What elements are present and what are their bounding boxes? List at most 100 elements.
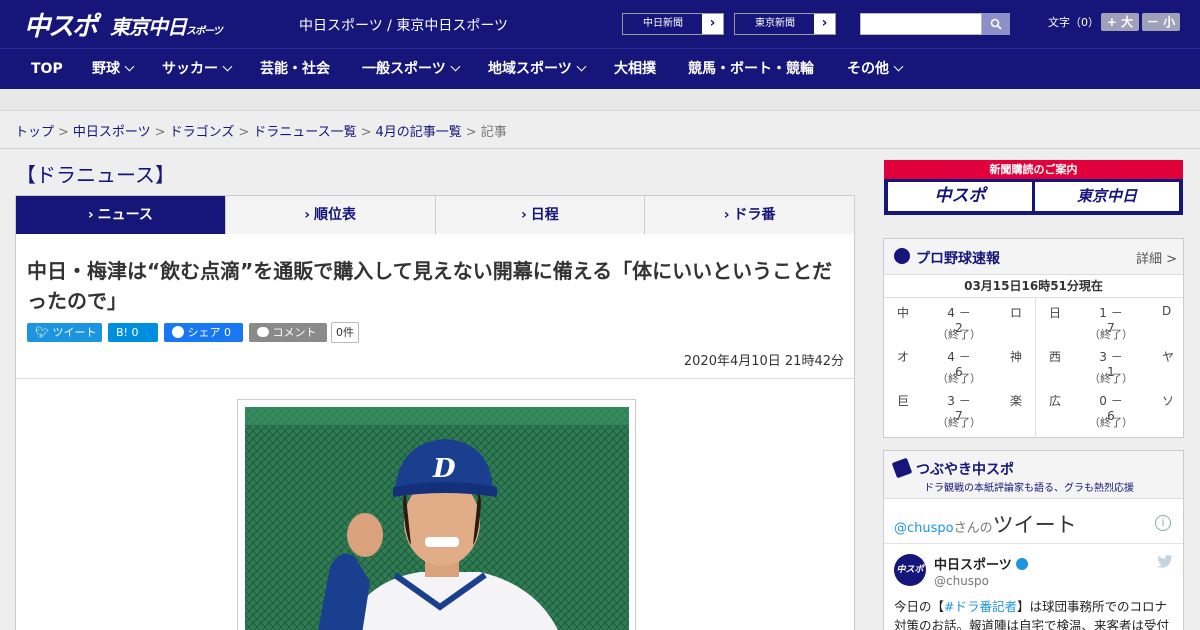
chuspo-logo[interactable]: 中スポ <box>24 6 98 43</box>
game-status: （終了） <box>937 416 981 429</box>
tab-label: 順位表 <box>314 207 357 223</box>
breadcrumb-link-chuspo[interactable]: 中日スポーツ <box>73 125 151 140</box>
hatena-bookmark-button[interactable]: B! 0 <box>108 323 158 342</box>
game-status: （終了） <box>937 372 981 385</box>
tokyo-logo-suffix: スポーツ <box>186 26 223 37</box>
nav-item-local-sports[interactable]: 地域スポーツ <box>488 49 587 89</box>
chevron-down-icon <box>893 61 904 72</box>
nav-item-entertainment[interactable]: 芸能・社会 <box>260 49 330 89</box>
game-row[interactable]: 西 3 － 1 ヤ （終了） <box>1036 342 1186 386</box>
search-icon <box>990 18 1002 30</box>
tweet-account-name[interactable]: 中日スポーツ <box>934 554 1028 573</box>
breadcrumb-sep: > <box>465 125 477 140</box>
tab-news[interactable]: › ニュース <box>16 196 225 242</box>
search-input[interactable] <box>860 13 982 35</box>
chevron-down-icon <box>576 61 587 72</box>
info-icon[interactable]: i <box>1155 515 1171 531</box>
chevron-right-icon: › <box>702 14 723 34</box>
games-column-left: 中 4 － 2 ロ （終了） オ 4 － 6 神 （終了） 巨 3 － 7 楽 … <box>884 298 1034 438</box>
font-smaller-button[interactable]: － 小 <box>1142 13 1180 31</box>
twitter-bird-icon[interactable] <box>1157 555 1173 569</box>
tab-dora-ban[interactable]: › ドラ番 <box>644 196 854 234</box>
scores-detail-link[interactable]: 詳細 > <box>1136 248 1177 267</box>
away-team: ソ <box>1162 394 1175 408</box>
away-team: ロ <box>1010 306 1023 320</box>
tweet-text-before: 今日の【 <box>894 599 945 614</box>
comment-button[interactable]: コメント <box>249 323 327 342</box>
chevron-down-icon <box>222 61 233 72</box>
facebook-icon <box>172 326 184 338</box>
tokyo-shimbun-link[interactable]: 東京新聞 › <box>734 13 836 35</box>
tab-label: ドラ番 <box>733 207 776 223</box>
font-larger-button[interactable]: + 大 <box>1101 13 1139 31</box>
breadcrumb-link-april[interactable]: 4月の記事一覧 <box>376 125 462 140</box>
share-label: シェア 0 <box>187 326 232 339</box>
tokyo-chunichi-logo[interactable]: 東京中日スポーツ <box>110 11 223 40</box>
nav-item-top[interactable]: TOP <box>31 49 63 89</box>
promo-chuspo-button[interactable]: 中スポ <box>888 182 1032 211</box>
tab-standings[interactable]: › 順位表 <box>224 196 435 234</box>
chevron-right-icon: › <box>814 14 835 34</box>
breadcrumb-link-dora-news[interactable]: ドラニュース一覧 <box>253 125 356 140</box>
tweets-handle-link[interactable]: @chuspo <box>894 521 954 536</box>
article-photo-frame: D <box>237 399 636 630</box>
baseball-icon <box>894 248 910 264</box>
breadcrumb-link-top[interactable]: トップ <box>15 125 54 140</box>
nav-label: その他 <box>847 61 889 77</box>
share-label: B! 0 <box>116 326 139 339</box>
published-date: 2020年4月10日 21時42分 <box>683 354 844 369</box>
nav-item-racing[interactable]: 競馬・ボート・競輪 <box>688 49 814 89</box>
tweet-text: 今日の【#ドラ番記者】は球団事務所でのコロナ対策のお話。報道陣は自宅で検温、来客… <box>894 597 1179 630</box>
chevron-right-icon: › <box>723 207 730 223</box>
chevron-down-icon <box>124 61 135 72</box>
article-photo[interactable]: D <box>245 407 629 630</box>
home-team: 日 <box>1049 306 1062 320</box>
breadcrumb-sep: > <box>154 125 166 140</box>
header-strip <box>0 89 1200 111</box>
subscription-promo[interactable]: 新聞購読のご案内 中スポ 東京中日 <box>884 160 1183 215</box>
tweets-label: ツイート <box>992 513 1077 537</box>
nav-label: 大相撲 <box>614 61 656 77</box>
verified-icon <box>1015 558 1028 570</box>
game-row[interactable]: 巨 3 － 7 楽 （終了） <box>884 386 1034 430</box>
share-label: ツイート <box>52 326 97 339</box>
svg-text:D: D <box>432 454 456 484</box>
game-row[interactable]: 日 1 － 7 D （終了） <box>1036 298 1186 342</box>
scores-timestamp: 03月15日16時51分現在 <box>884 275 1183 298</box>
tweet-account-handle[interactable]: @chuspo <box>934 574 989 588</box>
search-button[interactable] <box>982 13 1010 35</box>
tweets-subtitle: ドラ観戦の本紙評論家も語る、グラも熱烈応援 <box>924 483 1134 494</box>
player-photo: D <box>245 407 629 630</box>
facebook-share-button[interactable]: シェア 0 <box>164 323 243 342</box>
ext-link-label: 東京新聞 <box>735 14 815 34</box>
chevron-right-icon: › <box>87 207 94 223</box>
game-row[interactable]: オ 4 － 6 神 （終了） <box>884 342 1034 386</box>
tab-label: ニュース <box>97 207 153 223</box>
tweet-hashtag[interactable]: #ドラ番記者 <box>944 599 1017 614</box>
tweets-by-suffix: さんの <box>953 521 993 536</box>
article-headline: 中日・梅津は“飲む点滴”を通販で購入して見えない開幕に備える「体にいいということ… <box>27 259 833 313</box>
divider <box>0 148 1200 149</box>
section-title: 【ドラニュース】 <box>16 163 175 187</box>
tweets-header: つぶやき中スポ ドラ観戦の本紙評論家も語る、グラも熱烈応援 <box>884 451 1183 499</box>
nav-item-other[interactable]: その他 <box>847 49 904 89</box>
breadcrumb-sep: > <box>238 125 250 140</box>
promo-tokyo-chunichi-button[interactable]: 東京中日 <box>1035 182 1179 211</box>
tab-schedule[interactable]: › 日程 <box>434 196 645 234</box>
away-team: D <box>1162 304 1172 318</box>
nav-item-general-sports[interactable]: 一般スポーツ <box>362 49 461 89</box>
game-row[interactable]: 広 0 － 6 ソ （終了） <box>1036 386 1186 430</box>
chevron-down-icon <box>450 61 461 72</box>
breadcrumb: トップ > 中日スポーツ > ドラゴンズ > ドラニュース一覧 >4月の記事一覧 > 記事 <box>15 121 507 140</box>
away-team: 楽 <box>1010 394 1023 408</box>
nav-item-soccer[interactable]: サッカー <box>162 49 233 89</box>
breadcrumb-link-dragons[interactable]: ドラゴンズ <box>170 125 235 140</box>
breadcrumb-current: 記事 <box>480 125 507 140</box>
nav-item-baseball[interactable]: 野球 <box>92 49 135 89</box>
tweet-button[interactable]: 🐦︎ ツイート <box>27 323 102 342</box>
chunichi-shimbun-link[interactable]: 中日新聞 › <box>622 13 724 35</box>
avatar[interactable]: 中スポ <box>894 554 926 586</box>
nav-item-sumo[interactable]: 大相撲 <box>614 49 656 89</box>
chevron-right-icon: › <box>304 207 311 223</box>
game-row[interactable]: 中 4 － 2 ロ （終了） <box>884 298 1034 342</box>
